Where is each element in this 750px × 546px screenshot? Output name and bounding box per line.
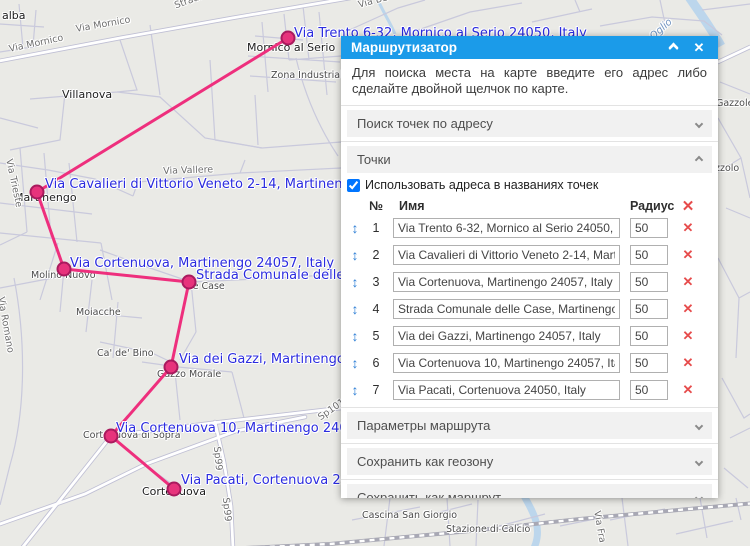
section-label: Сохранить как маршрут: [357, 490, 502, 498]
point-row: ↕ 1 ✕: [347, 218, 712, 239]
delete-point-button[interactable]: ✕: [676, 382, 700, 398]
point-radius-input[interactable]: [630, 380, 668, 401]
chevron-down-icon: [694, 457, 704, 466]
points-table: № Имя Радиус ✕ ↕ 1 ✕ ↕ 2 ✕ ↕ 3 ✕ ↕ 4 ✕ ↕ 5 ✕ ↕ 6 ✕ ↕ 7 ✕: [341, 197, 718, 401]
point-row: ↕ 7 ✕: [347, 380, 712, 401]
chevron-down-icon: [694, 421, 704, 430]
point-row: ↕ 4 ✕: [347, 299, 712, 320]
delete-point-button[interactable]: ✕: [676, 328, 700, 344]
chevron-down-icon: [694, 493, 704, 498]
section-label: Параметры маршрута: [357, 418, 491, 434]
point-number: 6: [372, 356, 380, 371]
col-name-header: Имя: [399, 199, 425, 214]
drag-handle-icon[interactable]: ↕: [347, 275, 363, 289]
delete-point-button[interactable]: ✕: [676, 247, 700, 263]
points-table-header: № Имя Радиус ✕: [347, 197, 712, 215]
panel-description: Для поиска места на карте введите его ад…: [352, 65, 707, 96]
point-row: ↕ 5 ✕: [347, 326, 712, 347]
panel-header[interactable]: Маршрутизатор ✕: [341, 36, 718, 59]
point-number: 3: [372, 275, 380, 290]
delete-point-button[interactable]: ✕: [676, 301, 700, 317]
section-points[interactable]: Точки: [347, 146, 712, 174]
point-number: 5: [372, 329, 380, 344]
chevron-up-icon: [694, 155, 704, 164]
section-search-by-address[interactable]: Поиск точек по адресу: [347, 110, 712, 138]
point-number: 2: [372, 248, 380, 263]
point-number: 7: [372, 383, 380, 398]
col-radius-header: Радиус: [630, 199, 675, 214]
point-row: ↕ 6 ✕: [347, 353, 712, 374]
divider: [341, 105, 718, 107]
divider: [341, 141, 718, 143]
panel-title: Маршрутизатор: [351, 40, 458, 55]
collapse-panel-icon[interactable]: [664, 39, 682, 57]
section-label: Точки: [357, 152, 391, 168]
app-window: alba Mornico al Serio Zona Industriale Vill…: [0, 0, 750, 546]
drag-handle-icon[interactable]: ↕: [347, 221, 363, 235]
point-name-input[interactable]: [393, 299, 620, 320]
col-number-header: №: [369, 199, 383, 214]
delete-point-button[interactable]: ✕: [676, 274, 700, 290]
point-row: ↕ 2 ✕: [347, 245, 712, 266]
router-panel: Маршрутизатор ✕ Для поиска места на карт…: [341, 36, 718, 498]
point-name-input[interactable]: [393, 218, 620, 239]
delete-all-button[interactable]: ✕: [676, 197, 700, 215]
point-radius-input[interactable]: [630, 245, 668, 266]
point-radius-input[interactable]: [630, 353, 668, 374]
delete-point-button[interactable]: ✕: [676, 355, 700, 371]
point-name-input[interactable]: [393, 245, 620, 266]
divider: [341, 407, 718, 409]
drag-handle-icon[interactable]: ↕: [347, 356, 363, 370]
point-number: 4: [372, 302, 380, 317]
points-rows: ↕ 1 ✕ ↕ 2 ✕ ↕ 3 ✕ ↕ 4 ✕ ↕ 5 ✕ ↕ 6 ✕ ↕ 7 ✕: [347, 218, 712, 401]
divider: [341, 443, 718, 445]
divider: [341, 479, 718, 481]
point-radius-input[interactable]: [630, 218, 668, 239]
close-icon[interactable]: ✕: [690, 39, 708, 57]
drag-handle-icon[interactable]: ↕: [347, 302, 363, 316]
point-radius-input[interactable]: [630, 299, 668, 320]
point-name-input[interactable]: [393, 326, 620, 347]
section-label: Сохранить как геозону: [357, 454, 494, 470]
section-route-params[interactable]: Параметры маршрута: [347, 412, 712, 440]
section-label: Поиск точек по адресу: [357, 116, 493, 132]
point-row: ↕ 3 ✕: [347, 272, 712, 293]
point-radius-input[interactable]: [630, 326, 668, 347]
drag-handle-icon[interactable]: ↕: [347, 248, 363, 262]
section-save-as-route[interactable]: Сохранить как маршрут: [347, 484, 712, 498]
use-addresses-checkbox[interactable]: [347, 178, 360, 192]
drag-handle-icon[interactable]: ↕: [347, 383, 363, 397]
point-number: 1: [372, 221, 380, 236]
section-save-as-geofence[interactable]: Сохранить как геозону: [347, 448, 712, 476]
delete-point-button[interactable]: ✕: [676, 220, 700, 236]
point-name-input[interactable]: [393, 353, 620, 374]
point-radius-input[interactable]: [630, 272, 668, 293]
point-name-input[interactable]: [393, 272, 620, 293]
use-addresses-row: Использовать адреса в названиях точек: [341, 173, 718, 195]
point-name-input[interactable]: [393, 380, 620, 401]
use-addresses-label[interactable]: Использовать адреса в названиях точек: [365, 178, 598, 192]
chevron-down-icon: [694, 119, 704, 128]
drag-handle-icon[interactable]: ↕: [347, 329, 363, 343]
